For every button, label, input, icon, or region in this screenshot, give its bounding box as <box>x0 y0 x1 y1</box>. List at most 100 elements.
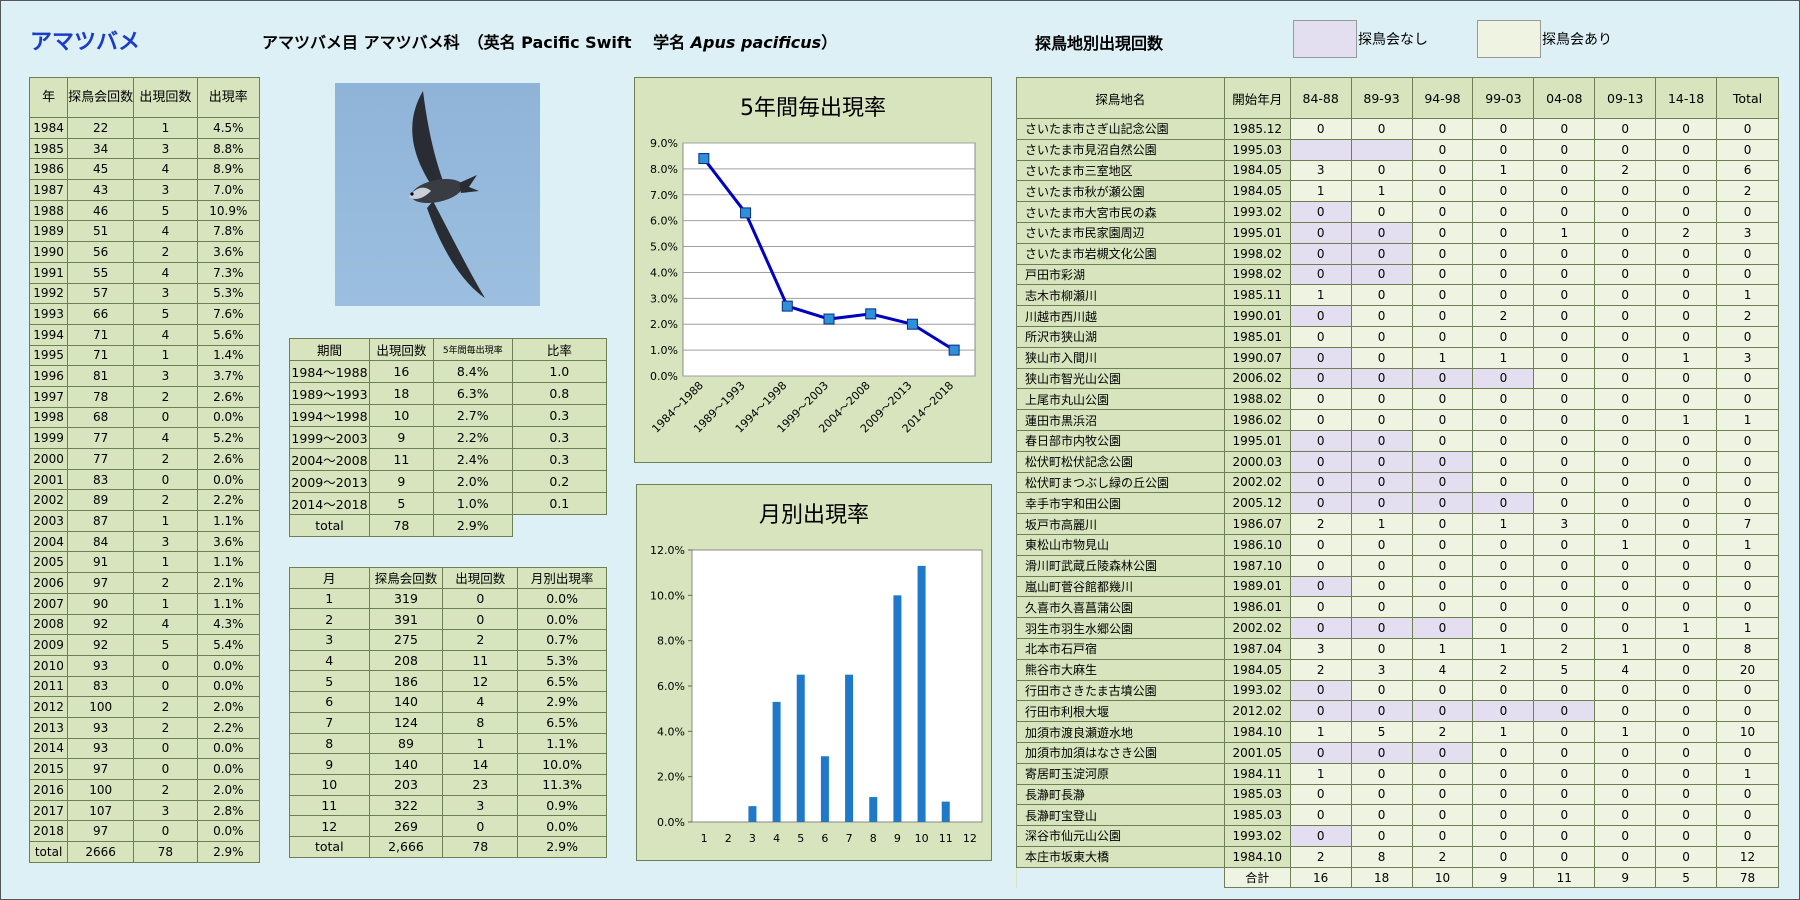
year-cell: 1995 <box>28 344 69 367</box>
year-cell: 0 <box>133 675 198 698</box>
site-count: 0 <box>1411 221 1474 244</box>
line-y-tick: 2.0% <box>650 318 678 331</box>
site-count: 0 <box>1472 138 1535 161</box>
month-cell: 0.9% <box>517 794 607 817</box>
year-cell: 1984 <box>28 117 69 139</box>
site-count: 0 <box>1533 804 1596 827</box>
period-cell: 2.0% <box>432 470 513 493</box>
year-cell: 1 <box>133 117 198 139</box>
site-count: 1 <box>1716 617 1779 639</box>
site-count: 3 <box>1289 637 1352 660</box>
monthly-rate-chart: 月別出現率0.0%2.0%4.0%6.0%8.0%10.0%12.0%1 2 3 4 5… <box>650 503 983 845</box>
site-row: 嵐山町菅谷館都幾川 1989.01 0 0 0 0 0 0 0 0 <box>1016 575 1779 598</box>
month-cell: 78 <box>442 835 519 858</box>
line-y-tick: 8.0% <box>650 163 678 176</box>
period-cell: 2014～2018 <box>289 492 370 515</box>
site-count: 2 <box>1655 221 1718 244</box>
site-count: 0 <box>1289 346 1352 369</box>
site-count: 0 <box>1655 429 1718 452</box>
site-count: 7 <box>1716 513 1779 535</box>
site-count: 0 <box>1655 762 1718 785</box>
year-cell: 1993 <box>28 303 69 325</box>
period-cell: 1.0 <box>511 360 608 383</box>
site-count: 5 <box>1350 721 1413 743</box>
site-count: 1 <box>1655 346 1718 369</box>
site-count: 0 <box>1411 783 1474 806</box>
month-table-header: 探鳥会回数 <box>368 567 444 589</box>
month-cell: 203 <box>368 773 444 796</box>
site-name: 本庄市坂東大橋 <box>1016 845 1225 868</box>
site-count: 0 <box>1472 263 1535 286</box>
site-count: 0 <box>1655 658 1718 681</box>
year-cell: 2008 <box>28 613 69 636</box>
site-count: 2 <box>1472 305 1535 327</box>
site-row: 羽生市羽生水郷公園 2002.02 0 0 0 0 0 0 1 1 <box>1016 617 1779 639</box>
site-count: 0 <box>1472 118 1535 140</box>
bar-x-tick: 1 <box>701 832 708 845</box>
bar-mark <box>748 806 757 822</box>
site-count: 0 <box>1533 762 1596 785</box>
site-count: 0 <box>1350 409 1413 431</box>
site-start: 1993.02 <box>1223 201 1291 223</box>
site-count: 3 <box>1533 513 1596 535</box>
site-count: 0 <box>1655 242 1718 265</box>
period-cell: 18 <box>368 382 434 405</box>
site-count: 0 <box>1350 471 1413 494</box>
year-cell: 2 <box>133 241 198 263</box>
site-table-header: 89-93 <box>1350 77 1413 119</box>
site-count: 0 <box>1533 845 1596 868</box>
year-row: 1992 57 3 5.3% <box>28 282 261 305</box>
site-count: 0 <box>1655 513 1718 535</box>
month-row: 7 124 8 6.5% <box>289 711 607 734</box>
bar-y-tick: 0.0% <box>657 816 685 829</box>
year-cell: 97 <box>67 572 135 594</box>
bar-x-tick: 4 <box>773 832 780 845</box>
site-count: 0 <box>1289 263 1352 286</box>
year-row: 2001 83 0 0.0% <box>28 468 261 491</box>
site-count: 0 <box>1594 762 1657 785</box>
site-count: 0 <box>1594 492 1657 515</box>
period-total-blank <box>512 514 607 537</box>
site-name: さいたま市三室地区 <box>1016 159 1225 182</box>
month-cell: 0 <box>442 608 519 631</box>
site-count: 0 <box>1594 284 1657 307</box>
monthly-rate-chart-panel: 月別出現率 0.0% 2.0% 4.0% 6.0% 8.0% 10.0% 12.0% 1 2 3 4 5… <box>636 484 992 861</box>
month-row: 11 322 3 0.9% <box>289 794 607 817</box>
year-cell: 78 <box>67 385 135 408</box>
site-count: 4 <box>1594 658 1657 681</box>
site-count: 0 <box>1411 201 1474 223</box>
site-count: 0 <box>1655 804 1718 827</box>
month-cell: 1 <box>289 587 370 610</box>
site-count: 0 <box>1655 596 1718 619</box>
year-cell: 2000 <box>28 448 69 470</box>
site-count: 0 <box>1533 138 1596 161</box>
site-start: 2002.02 <box>1223 617 1291 639</box>
year-cell: 100 <box>67 779 135 801</box>
period-table: 期間 出現回数 5年間毎出現率 比率 1984～1988 16 8.4% 1.0 1989～1… <box>289 338 608 537</box>
site-count: 0 <box>1289 118 1352 140</box>
year-cell: 4 <box>133 613 198 636</box>
site-count: 0 <box>1289 617 1352 639</box>
site-count: 0 <box>1289 575 1352 598</box>
period-row: 2009～2013 9 2.0% 0.2 <box>289 470 608 493</box>
period-total-cell: total <box>289 514 370 537</box>
year-cell: 2 <box>133 572 198 594</box>
site-count: 0 <box>1472 388 1535 411</box>
site-count: 0 <box>1350 596 1413 619</box>
site-table-header: 09-13 <box>1594 77 1657 119</box>
site-start: 1995.01 <box>1223 429 1291 452</box>
line-y-tick: 1.0% <box>650 344 678 357</box>
month-row: 3 275 2 0.7% <box>289 629 607 651</box>
site-name: 松伏町まつぶし緑の丘公園 <box>1016 471 1225 494</box>
year-cell: 3 <box>133 282 198 305</box>
site-count: 0 <box>1350 637 1413 660</box>
period-cell: 0.3 <box>511 448 608 471</box>
period-cell: 5 <box>368 492 434 515</box>
site-count: 0 <box>1411 367 1474 390</box>
site-start: 1987.04 <box>1223 637 1291 660</box>
year-cell: 1999 <box>28 427 69 449</box>
site-row: 東松山市物見山 1986.10 0 0 0 0 0 1 0 1 <box>1016 533 1779 556</box>
site-count: 0 <box>1533 429 1596 452</box>
year-cell: 1996 <box>28 365 69 387</box>
year-cell: 3 <box>133 137 198 160</box>
